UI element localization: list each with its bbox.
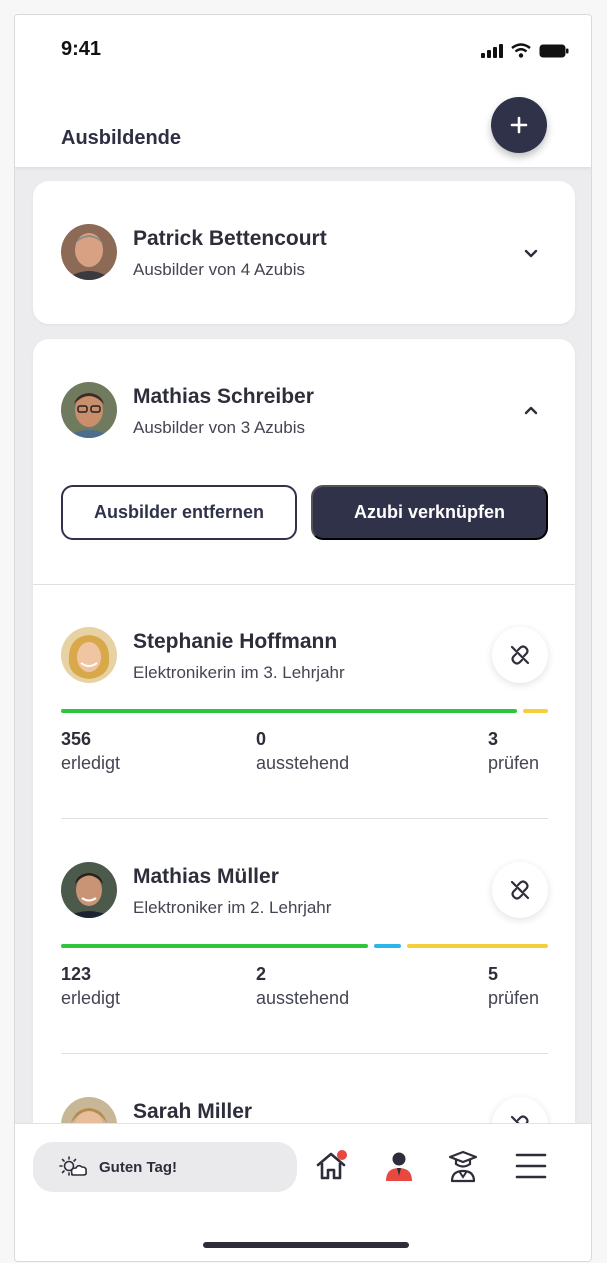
battery-icon [539, 44, 569, 57]
greeting-pill[interactable]: Guten Tag! [33, 1142, 297, 1192]
progress-done-bar [61, 944, 368, 948]
avatar [61, 224, 117, 280]
plus-icon [510, 116, 528, 134]
remove-trainer-button[interactable]: Ausbilder entfernen [61, 485, 297, 540]
avatar [61, 382, 117, 438]
trainer-subtitle: Ausbilder von 3 Azubis [133, 418, 305, 437]
stat-pending-label: ausstehend [256, 988, 350, 1008]
avatar [61, 627, 117, 683]
trainer-icon [386, 1152, 412, 1181]
link-trainee-button[interactable]: Azubi verknüpfen [311, 485, 548, 540]
avatar [61, 862, 117, 918]
status-bar: 9:41 [15, 15, 591, 85]
menu-icon [515, 1153, 547, 1179]
bottom-navigation: Guten Tag! [15, 1123, 591, 1261]
unlink-icon [510, 645, 530, 665]
home-indicator [203, 1242, 409, 1248]
status-time: 9:41 [61, 38, 102, 60]
wifi-icon [511, 43, 531, 58]
menu-nav-button[interactable] [513, 1148, 549, 1184]
graduate-nav-button[interactable] [445, 1148, 481, 1184]
trainee-subtitle: Elektroniker im 2. Lehrjahr [133, 898, 332, 917]
trainer-subtitle: Ausbilder von 4 Azubis [133, 260, 305, 279]
trainer-name: Patrick Bettencourt [133, 227, 327, 250]
progress-review-bar [523, 709, 548, 713]
stat-done-value: 123 [61, 964, 92, 984]
progress-review-bar [407, 944, 548, 948]
stat-review-label: prüfen [488, 988, 540, 1008]
status-icons [481, 43, 569, 58]
trainer-card[interactable]: Patrick Bettencourt Ausbilder von 4 Azub… [33, 181, 575, 324]
stat-done-value: 356 [61, 729, 92, 749]
unlink-button[interactable] [492, 862, 548, 918]
greeting-text: Guten Tag! [99, 1158, 178, 1176]
trainer-name: Mathias Schreiber [133, 385, 314, 408]
add-trainer-button[interactable] [491, 97, 547, 153]
progress-done-bar [61, 709, 517, 713]
stat-review-label: prüfen [488, 753, 540, 773]
phone-screen: 9:41 Ausbildende Patrick Bettencourt Aus… [14, 14, 592, 1262]
stat-pending-value: 0 [256, 729, 267, 749]
unlink-icon [510, 880, 530, 900]
page-title: Ausbildende [61, 127, 182, 149]
chevron-up-icon[interactable] [521, 401, 541, 421]
divider [61, 818, 548, 819]
divider [33, 584, 575, 585]
stat-pending-label: ausstehend [256, 753, 350, 773]
home-icon [316, 1150, 347, 1180]
graduate-icon [448, 1150, 478, 1183]
stat-done-label: erledigt [61, 753, 121, 773]
stat-pending-value: 2 [256, 964, 267, 984]
stat-review-value: 3 [488, 729, 499, 749]
page-header: Ausbildende [15, 85, 591, 167]
trainer-card-expanded: Mathias Schreiber Ausbilder von 3 Azubis… [33, 339, 575, 1259]
divider [61, 1053, 548, 1054]
progress-pending-bar [374, 944, 401, 948]
trainee-subtitle: Elektronikerin im 3. Lehrjahr [133, 663, 345, 682]
stat-review-value: 5 [488, 964, 499, 984]
chevron-down-icon[interactable] [521, 243, 541, 263]
trainee-name: Sarah Miller [133, 1100, 253, 1123]
trainee-name: Mathias Müller [133, 865, 279, 888]
home-nav-button[interactable] [313, 1148, 349, 1184]
trainer-nav-button[interactable] [381, 1148, 417, 1184]
sun-cloud-icon [59, 1156, 87, 1176]
unlink-button[interactable] [492, 627, 548, 683]
trainee-name: Stephanie Hoffmann [133, 630, 338, 653]
signal-icon [481, 43, 503, 58]
stat-done-label: erledigt [61, 988, 121, 1008]
